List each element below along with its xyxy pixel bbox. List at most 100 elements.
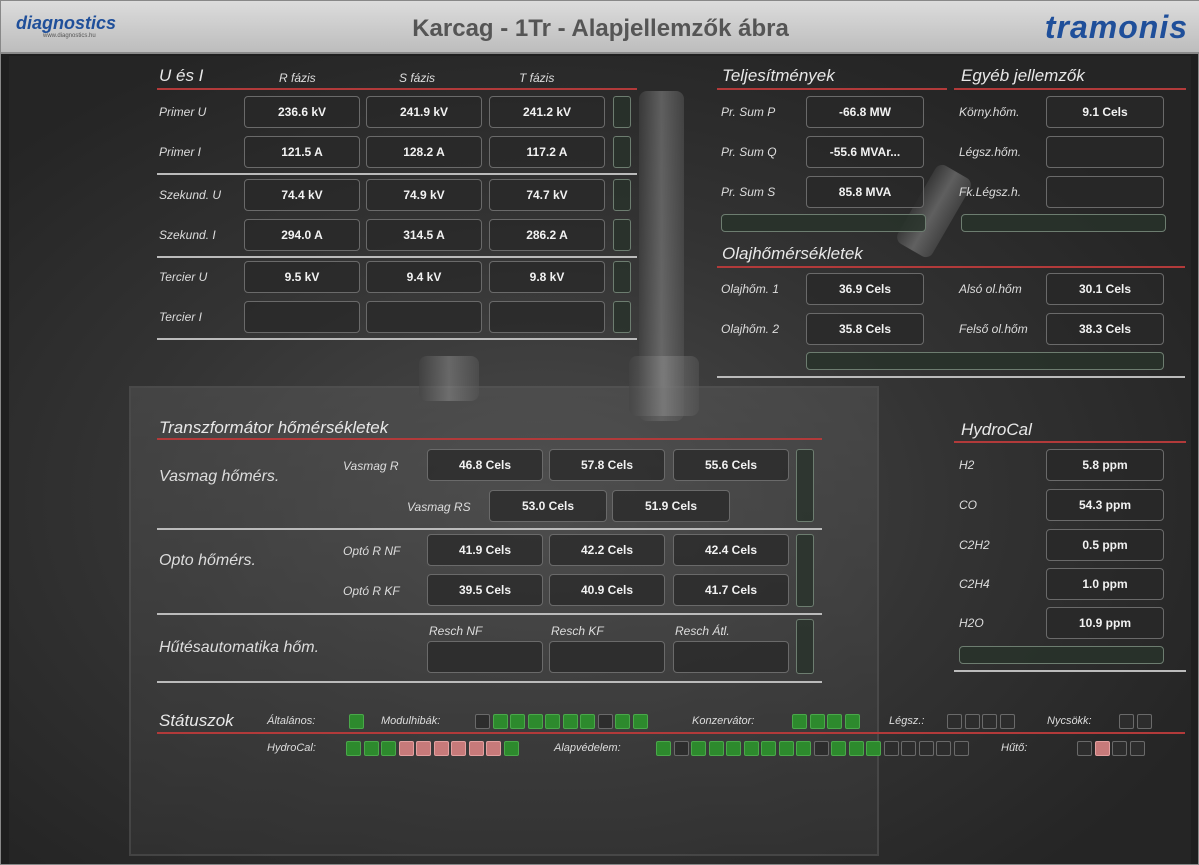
teljesitmenyek-title: Teljesítmények <box>722 66 835 85</box>
ui-row-label: Szekund. I <box>159 228 216 242</box>
trafo-divider <box>157 438 822 440</box>
egyeb-title: Egyéb jellemzők <box>961 66 1085 85</box>
ui-value-box: 74.4 kV <box>244 179 360 211</box>
resch-header: Resch Átl. <box>675 624 730 638</box>
status-title: Státuszok <box>159 711 234 730</box>
ui-value-box <box>244 301 360 333</box>
alapvedelem-led <box>848 741 864 756</box>
legsz-led <box>982 714 997 729</box>
hydrocal-status-led <box>363 741 379 756</box>
altalanos-led <box>349 714 364 729</box>
ui-value-box: 9.8 kV <box>489 261 605 293</box>
hutes-indicator <box>796 619 814 674</box>
ui-value-box: 241.2 kV <box>489 96 605 128</box>
ui-value-box: 121.5 A <box>244 136 360 168</box>
egyeb-value-box <box>1046 176 1164 208</box>
modulhibak-label: Modulhibák: <box>381 715 441 727</box>
legsz-led <box>999 714 1015 729</box>
alapvedelem-label: Alapvédelem: <box>554 742 621 754</box>
konzervator-led <box>809 714 825 729</box>
alapvedelem-led <box>883 741 899 756</box>
modulhibak-led <box>475 714 490 729</box>
huto-label: Hűtő: <box>1001 742 1028 754</box>
main-panel: U és I R fázis S fázis T fázis Primer U 236.6… <box>9 56 1191 864</box>
hydrocal-value-box: 5.8 ppm <box>1046 449 1164 481</box>
trafo-separator <box>157 528 822 530</box>
alapvedelem-led <box>743 741 759 756</box>
ui-section-title: U és I <box>159 66 204 85</box>
trafo-separator <box>157 613 822 615</box>
nycsokk-label: Nycsökk: <box>1047 715 1092 727</box>
ui-value-box: 286.2 A <box>489 219 605 251</box>
alapvedelem-led <box>813 741 829 756</box>
opto-kf-label: Optó R KF <box>343 584 400 598</box>
alapvedelem-led <box>936 741 951 756</box>
hydrocal-status-led <box>468 741 484 756</box>
app-window: diagnostics www.diagnostics.hu Karcag - … <box>0 0 1199 865</box>
vasmag-r-value: 46.8 Cels <box>427 449 543 481</box>
egyeb-divider <box>954 88 1186 90</box>
ui-value-box: 314.5 A <box>366 219 482 251</box>
olaj-right-value: 38.3 Cels <box>1046 313 1164 345</box>
legsz-led <box>964 714 980 729</box>
teljesitmeny-value-box: 85.8 MVA <box>806 176 924 208</box>
hydrocal-status-led <box>346 741 361 756</box>
opto-title: Opto hőmérs. <box>159 552 256 569</box>
olaj-right-value: 30.1 Cels <box>1046 273 1164 305</box>
hydrocal-status-led <box>486 741 501 756</box>
hydrocal-status-led <box>503 741 519 756</box>
nycsokk-led <box>1119 714 1134 729</box>
ui-value-box <box>489 301 605 333</box>
konzervator-led <box>792 714 807 729</box>
page-title: Karcag - 1Tr - Alapjellemzők ábra <box>412 15 789 42</box>
tramonis-logo: tramonis <box>1044 9 1188 45</box>
olaj-title: Olajhőmérsékletek <box>722 244 863 263</box>
opto-nf-value: 42.2 Cels <box>549 534 665 566</box>
hydrocal-label: CO <box>959 498 977 512</box>
teljesitmeny-value-box: -55.6 MVAr... <box>806 136 924 168</box>
hydrocal-status-label: HydroCal: <box>267 742 316 754</box>
teljesitmeny-status-bar <box>721 214 926 232</box>
modulhibak-led <box>632 714 648 729</box>
resch-value <box>549 641 665 673</box>
konzervator-led <box>827 714 842 729</box>
hydrocal-status-led <box>416 741 431 756</box>
legsz-led <box>947 714 962 729</box>
legsz-label: Légsz.: <box>889 715 925 727</box>
opto-indicator <box>796 534 814 607</box>
ui-row-label: Tercier U <box>159 270 208 284</box>
opto-kf-value: 41.7 Cels <box>673 574 789 606</box>
egyeb-status-bar <box>961 214 1166 232</box>
alapvedelem-led <box>866 741 881 756</box>
hydrocal-value-box: 54.3 ppm <box>1046 489 1164 521</box>
ui-row-label: Tercier I <box>159 310 202 324</box>
modulhibak-led <box>562 714 578 729</box>
vasmag-r-label: Vasmag R <box>343 459 399 473</box>
trafo-bottom-line <box>157 681 822 683</box>
hydrocal-value-box: 0.5 ppm <box>1046 529 1164 561</box>
teljesitmeny-label: Pr. Sum Q <box>721 145 777 159</box>
hydrocal-status-led <box>398 741 414 756</box>
alapvedelem-led <box>726 741 741 756</box>
olaj-status-bar <box>806 352 1164 370</box>
konzervator-label: Konzervátor: <box>692 715 755 727</box>
nycsokk-led <box>1136 714 1152 729</box>
alapvedelem-led <box>761 741 776 756</box>
ui-row-indicator <box>613 301 631 333</box>
resch-value <box>673 641 789 673</box>
alapvedelem-led <box>901 741 916 756</box>
modulhibak-led <box>580 714 595 729</box>
olaj-divider <box>717 266 1185 268</box>
ui-row-indicator <box>613 179 631 211</box>
teljesitmenyek-divider <box>717 88 947 90</box>
hydrocal-title: HydroCal <box>961 420 1032 439</box>
ui-value-box: 9.4 kV <box>366 261 482 293</box>
huto-led <box>1129 741 1145 756</box>
opto-nf-value: 42.4 Cels <box>673 534 789 566</box>
olaj-left-label: Olajhőm. 2 <box>721 322 780 336</box>
alapvedelem-led <box>708 741 724 756</box>
ui-row-label: Primer U <box>159 105 207 119</box>
trafo-title: Transzformátor hőmérsékletek <box>159 418 389 437</box>
ui-separator <box>157 338 637 340</box>
header-bar: diagnostics www.diagnostics.hu Karcag - … <box>1 1 1199 54</box>
